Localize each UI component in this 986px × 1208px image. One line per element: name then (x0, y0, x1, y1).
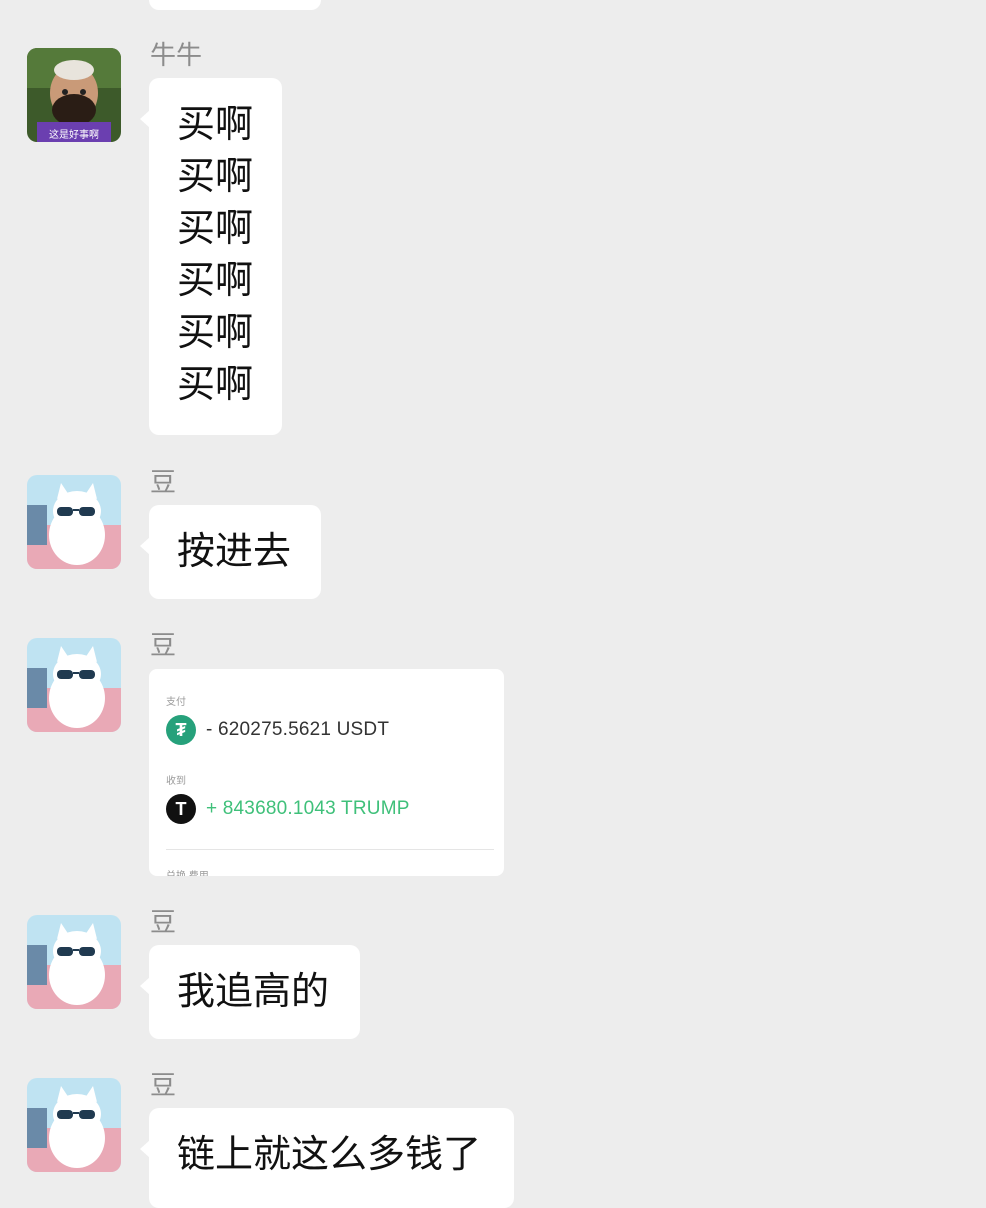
message-line: 买啊 (177, 258, 254, 302)
chat-window: 这是好事啊 牛牛 买啊 买啊 买啊 买啊 买啊 买啊 豆 按进去 豆 支付 ₮ … (0, 0, 986, 1208)
avatar-dou[interactable] (27, 638, 121, 732)
previous-message-bubble[interactable] (149, 0, 321, 10)
message-bubble[interactable]: 按进去 (140, 505, 321, 599)
message-text: 我追高的 (177, 969, 330, 1013)
tether-icon: ₮ (166, 715, 196, 745)
divider (166, 849, 494, 850)
fee-label: 兑换 费用 (166, 867, 209, 876)
receive-label: 收到 (166, 776, 186, 787)
avatar-caption: 这是好事啊 (49, 128, 99, 141)
cat-sunglasses-avatar-image (27, 638, 121, 732)
message-line: 买啊 (177, 154, 254, 198)
sender-name: 豆 (150, 631, 177, 661)
message-line: 买啊 (177, 206, 254, 250)
message-line: 买啊 (177, 362, 254, 406)
avatar-niuniu-image: 这是好事啊 (27, 48, 121, 142)
avatar-dou[interactable] (27, 915, 121, 1009)
message-text: 按进去 (177, 529, 292, 573)
sender-name: 豆 (150, 1071, 177, 1101)
message-bubble[interactable]: 我追高的 (140, 945, 360, 1039)
sender-name: 豆 (150, 908, 177, 938)
avatar-niuniu[interactable]: 这是好事啊 (27, 48, 121, 142)
sender-name: 牛牛 (150, 41, 203, 71)
pay-amount: - 620275.5621 USDT (206, 719, 390, 740)
avatar-dou[interactable] (27, 475, 121, 569)
receive-amount: + 843680.1043 TRUMP (206, 798, 410, 819)
message-text: 链上就这么多钱了 (177, 1132, 482, 1176)
cat-sunglasses-avatar-image (27, 475, 121, 569)
pay-label: 支付 (166, 697, 186, 708)
cat-sunglasses-avatar-image (27, 1078, 121, 1172)
message-line: 买啊 (177, 310, 254, 354)
trump-token-icon: T (166, 794, 196, 824)
message-bubble[interactable]: 链上就这么多钱了 (140, 1108, 514, 1208)
message-line: 买啊 (177, 102, 254, 146)
sender-name: 豆 (150, 468, 177, 498)
message-bubble[interactable]: 买啊 买啊 买啊 买啊 买啊 买啊 (140, 78, 282, 435)
cat-sunglasses-avatar-image (27, 915, 121, 1009)
avatar-dou[interactable] (27, 1078, 121, 1172)
swap-screenshot-image[interactable]: 支付 ₮ - 620275.5621 USDT 收到 T + 843680.10… (149, 669, 504, 876)
